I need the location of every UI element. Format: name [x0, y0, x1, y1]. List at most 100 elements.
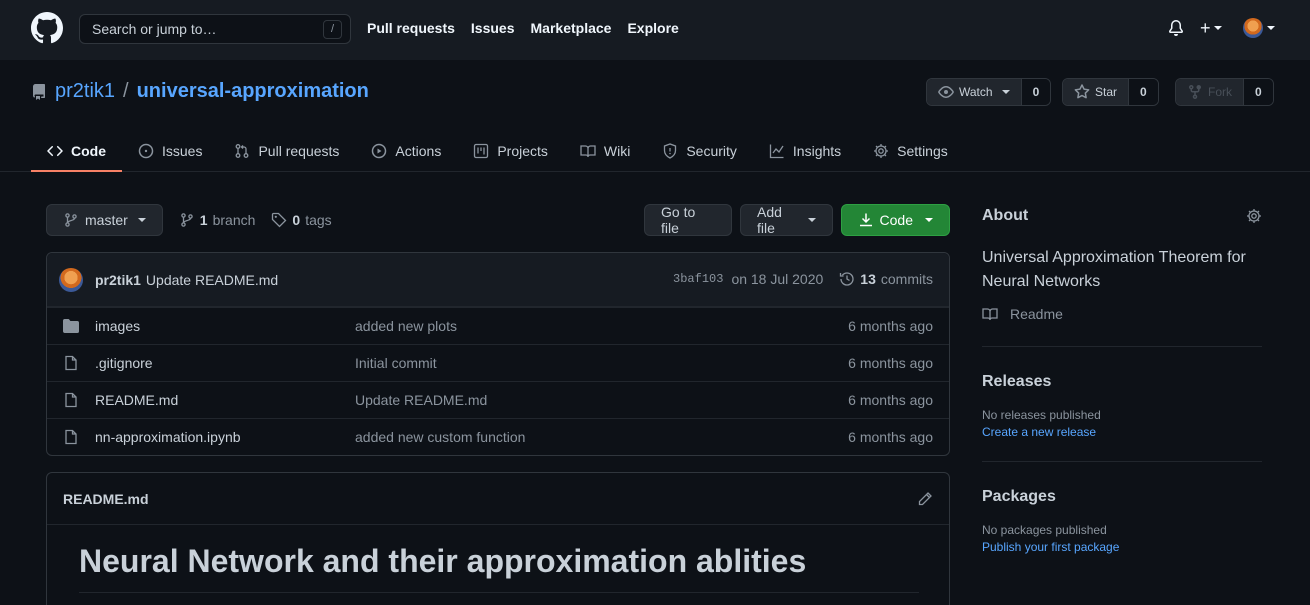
branch-icon: [65, 213, 77, 227]
chevron-down-icon: [1213, 26, 1222, 30]
file-icon: [65, 355, 77, 371]
tab-wiki[interactable]: Wiki: [564, 131, 646, 172]
download-icon: [859, 213, 872, 227]
file-commit-message[interactable]: Update README.md: [355, 392, 487, 408]
create-new-menu[interactable]: +: [1200, 19, 1222, 37]
branches-link[interactable]: 1 branch: [179, 212, 255, 228]
tab-settings[interactable]: Settings: [857, 131, 964, 172]
readme-filename[interactable]: README.md: [63, 491, 149, 507]
fork-control: Fork 0: [1175, 78, 1274, 106]
file-list: pr2tik1 Update README.md 3baf103 on 18 J…: [46, 252, 950, 456]
tab-issues[interactable]: Issues: [122, 131, 218, 172]
file-commit-message[interactable]: Initial commit: [355, 355, 437, 371]
code-download-button[interactable]: Code: [840, 204, 950, 236]
bell-icon[interactable]: [1168, 20, 1184, 36]
fork-count[interactable]: 0: [1243, 79, 1273, 105]
chevron-down-icon: [137, 218, 146, 222]
tab-code[interactable]: Code: [31, 131, 122, 172]
commit-sha[interactable]: 3baf103: [673, 272, 723, 286]
about-description: Universal Approximation Theorem for Neur…: [982, 249, 1246, 290]
fork-button[interactable]: Fork: [1176, 79, 1243, 105]
gear-icon[interactable]: [1246, 208, 1262, 224]
star-count[interactable]: 0: [1128, 79, 1158, 105]
chevron-down-icon: [1267, 26, 1275, 30]
nav-explore[interactable]: Explore: [627, 20, 678, 36]
file-commit-message[interactable]: added new custom function: [355, 429, 525, 445]
file-age: 6 months ago: [848, 355, 933, 371]
add-file-button[interactable]: Add file: [740, 204, 833, 236]
file-name[interactable]: README.md: [95, 392, 355, 408]
tab-insights[interactable]: Insights: [753, 131, 857, 172]
create-release-link[interactable]: Create a new release: [982, 425, 1262, 439]
readme-link[interactable]: Readme: [982, 306, 1262, 322]
tab-label: Pull requests: [258, 142, 340, 159]
packages-title[interactable]: Packages: [982, 486, 1262, 508]
book-icon: [580, 144, 596, 157]
watch-count[interactable]: 0: [1020, 79, 1051, 105]
tags-link[interactable]: 0 tags: [271, 212, 332, 228]
releases-section: Releases No releases published Create a …: [982, 371, 1262, 439]
history-icon: [840, 272, 854, 286]
avatar: [1243, 18, 1263, 38]
play-icon: [372, 143, 387, 158]
sidebar-divider: [982, 346, 1262, 347]
branch-selector[interactable]: master: [46, 204, 163, 236]
file-name[interactable]: nn-approximation.ipynb: [95, 429, 355, 445]
tab-actions[interactable]: Actions: [355, 131, 457, 172]
about-section: About Universal Approximation Theorem fo…: [982, 204, 1262, 322]
readme-box: README.md Neural Network and their appro…: [46, 472, 950, 605]
project-icon: [474, 143, 489, 158]
repo-owner-link[interactable]: pr2tik1: [55, 80, 115, 103]
releases-title[interactable]: Releases: [982, 371, 1262, 393]
packages-empty-text: No packages published: [982, 523, 1107, 537]
fork-label: Fork: [1208, 85, 1232, 99]
repo-name-link[interactable]: universal-approximation: [137, 80, 369, 103]
graph-icon: [769, 144, 784, 158]
star-button[interactable]: Star: [1063, 79, 1129, 105]
search-input[interactable]: Search or jump to… /: [79, 14, 351, 44]
tag-icon: [272, 212, 287, 228]
file-icon: [65, 429, 77, 445]
star-label: Star: [1095, 85, 1118, 99]
tab-label: Wiki: [603, 142, 631, 159]
star-icon: [1074, 84, 1090, 99]
go-to-file-button[interactable]: Go to file: [644, 204, 733, 236]
file-name[interactable]: images: [95, 318, 355, 334]
avatar[interactable]: [59, 267, 83, 292]
pull-request-icon: [236, 143, 249, 158]
tab-projects[interactable]: Projects: [457, 131, 564, 172]
tab-security[interactable]: Security: [646, 131, 753, 172]
publish-package-link[interactable]: Publish your first package: [982, 540, 1262, 554]
sidebar-divider: [982, 461, 1262, 462]
tab-label: Insights: [792, 142, 842, 159]
watch-control: Watch 0: [926, 78, 1052, 106]
book-icon: [982, 308, 998, 321]
tab-label: Issues: [162, 142, 203, 159]
add-file-label: Add file: [757, 204, 782, 236]
github-logo-icon[interactable]: [31, 12, 63, 44]
file-row[interactable]: nn-approximation.ipynb added new custom …: [47, 418, 949, 455]
watch-button[interactable]: Watch: [927, 79, 1021, 105]
pencil-icon[interactable]: [917, 491, 933, 507]
file-row[interactable]: .gitignore Initial commit 6 months ago: [47, 344, 949, 381]
folder-icon: [63, 319, 79, 333]
file-row[interactable]: README.md Update README.md 6 months ago: [47, 381, 949, 418]
nav-issues[interactable]: Issues: [471, 20, 515, 36]
tab-pull-requests[interactable]: Pull requests: [218, 131, 355, 172]
star-control: Star 0: [1062, 78, 1159, 106]
file-name[interactable]: .gitignore: [95, 355, 355, 371]
watch-label: Watch: [959, 85, 993, 99]
tag-count: 0: [292, 212, 301, 228]
user-menu[interactable]: [1243, 18, 1275, 38]
file-commit-message[interactable]: added new plots: [355, 318, 457, 334]
repo-header: pr2tik1 / universal-approximation Watch …: [0, 60, 1310, 172]
nav-pull-requests[interactable]: Pull requests: [367, 20, 455, 36]
branch-name: master: [85, 212, 128, 228]
search-shortcut-key: /: [323, 20, 342, 39]
commit-message[interactable]: Update README.md: [146, 272, 278, 288]
nav-marketplace[interactable]: Marketplace: [531, 20, 612, 36]
commit-author[interactable]: pr2tik1: [95, 272, 141, 288]
commit-date: on 18 Jul 2020: [731, 271, 824, 287]
file-row[interactable]: images added new plots 6 months ago: [47, 307, 949, 344]
commits-link[interactable]: 13 commits: [839, 271, 933, 287]
